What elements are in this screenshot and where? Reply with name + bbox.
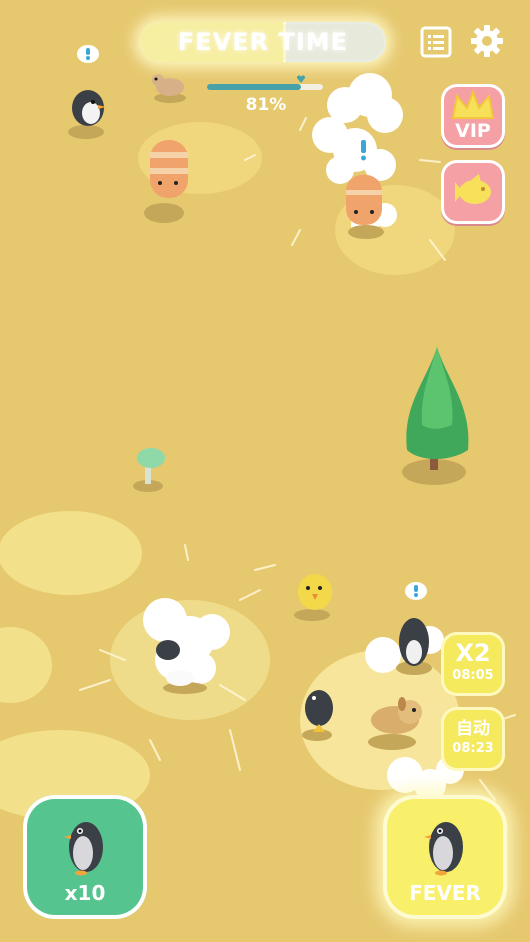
pine-tree [402, 347, 469, 485]
penguin-icon [424, 822, 463, 876]
penguin-count: x10 [64, 881, 106, 905]
fever-time-bar: FEVER TIME [140, 22, 386, 62]
vip-button[interactable]: VIP [441, 84, 505, 148]
auto-timer: 08:23 [452, 741, 494, 756]
auto-button[interactable]: 自动 08:23 [441, 707, 505, 771]
fever-time-title: FEVER TIME [177, 28, 349, 56]
alert-mark-icon [361, 140, 366, 161]
double-speed-button[interactable]: X2 08:05 [441, 632, 505, 696]
fever-button[interactable]: FEVER [383, 795, 507, 919]
fever-label: FEVER [409, 881, 481, 905]
alert-bubble-icon [405, 582, 427, 600]
calf-animal [152, 74, 186, 103]
auto-label: 自动 [456, 719, 490, 739]
goldfish-button[interactable] [441, 160, 505, 224]
alert-bubble-icon [77, 45, 99, 63]
progress-fill [207, 84, 301, 90]
spawn-penguin-button[interactable]: x10 [23, 795, 147, 919]
tabby-cat-animal [144, 140, 188, 223]
small-bush [133, 448, 165, 492]
x2-label: X2 [455, 639, 491, 667]
vip-label: VIP [455, 120, 491, 142]
x2-timer: 08:05 [452, 668, 494, 683]
progress-percent: 81% [245, 95, 287, 115]
progress-bar [207, 74, 323, 94]
gear-icon[interactable] [470, 24, 504, 58]
glow-patch [0, 627, 52, 703]
chick-animal [294, 574, 332, 621]
tabby-cat-animal [346, 175, 384, 239]
goldfish-icon [455, 174, 491, 204]
list-menu-icon[interactable] [420, 26, 452, 58]
heart-marker-icon [296, 75, 306, 83]
penguin-icon [64, 822, 103, 876]
glow-patch [0, 511, 142, 595]
penguin-animal [68, 90, 106, 139]
